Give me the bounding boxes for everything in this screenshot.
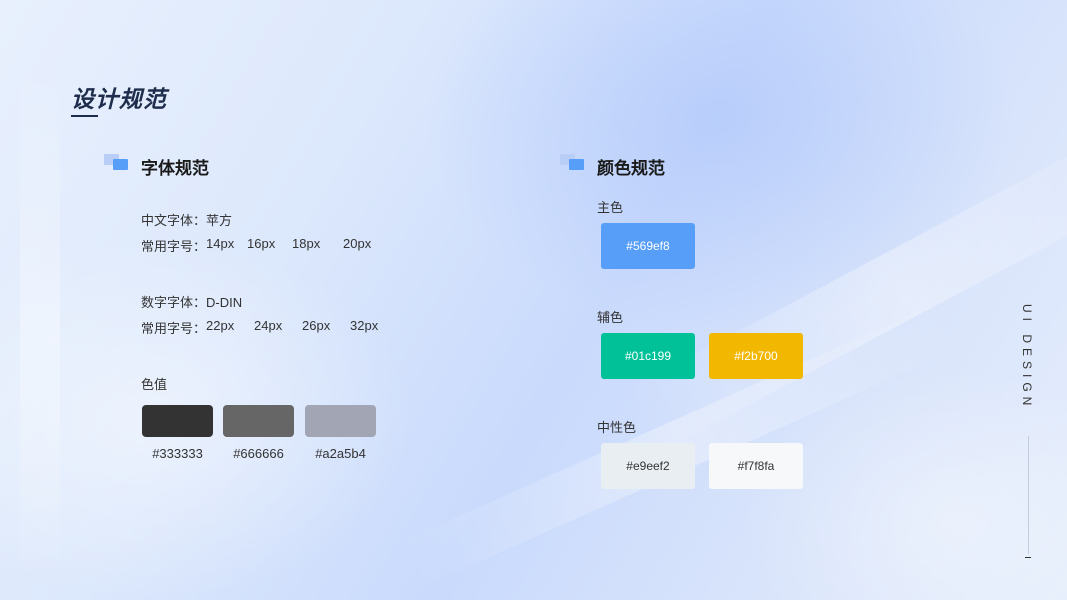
gray-swatch [142,405,213,437]
secondary-color-swatch: #f2b700 [709,333,803,379]
cn-size-value: 16px [247,236,276,251]
cn-size-value: 14px [206,236,235,251]
side-label: UI DESIGN [1020,304,1034,411]
gray-swatch-label: #333333 [152,446,203,461]
primary-color-hex: #569ef8 [626,239,670,253]
font-spec-title: 字体规范 [141,159,209,178]
secondary-color-label: 辅色 [597,310,624,325]
primary-color-label: 主色 [597,200,624,215]
side-divider [1028,436,1029,554]
page-title: 设计规范 [71,86,167,112]
secondary-color-hex: #01c199 [624,349,672,363]
num-size-value: 32px [350,318,379,333]
neutral-color-hex: #e9eef2 [626,459,670,473]
section-icon [560,154,586,172]
num-size-value: 26px [302,318,331,333]
section-icon [104,154,130,172]
gray-swatch [223,405,294,437]
num-font-line: 数字字体：D-DIN [141,295,243,310]
cn-sizes-line: 常用字号： 14px 16px 18px 20px [141,236,371,255]
neutral-color-swatch: #f7f8fa [709,443,803,489]
color-spec-title: 颜色规范 [597,159,665,178]
cn-size-value: 18px [292,236,321,251]
num-size-value: 22px [206,318,235,333]
num-sizes-line: 常用字号： 22px 24px 26px 32px [141,318,378,337]
cn-font-line: 中文字体：苹方 [141,213,233,228]
neutral-color-hex: #f7f8fa [737,459,775,473]
secondary-color-hex: #f2b700 [734,349,778,363]
gray-swatch-label: #666666 [233,446,284,461]
neutral-color-label: 中性色 [597,420,637,435]
gray-swatch-label: #a2a5b4 [315,446,366,461]
side-tick [1025,557,1031,558]
color-value-label: 色值 [141,377,168,392]
primary-color-swatch: #569ef8 [601,223,695,269]
gray-swatch [305,405,376,437]
num-sizes-label: 常用字号： [141,321,207,336]
num-size-value: 24px [254,318,283,333]
background-streak [618,113,1067,457]
neutral-color-swatch: #e9eef2 [601,443,695,489]
cn-sizes-label: 常用字号： [141,239,207,254]
title-underline [71,115,98,117]
cn-size-value: 20px [343,236,372,251]
background-streak [20,60,60,580]
secondary-color-swatch: #01c199 [601,333,695,379]
